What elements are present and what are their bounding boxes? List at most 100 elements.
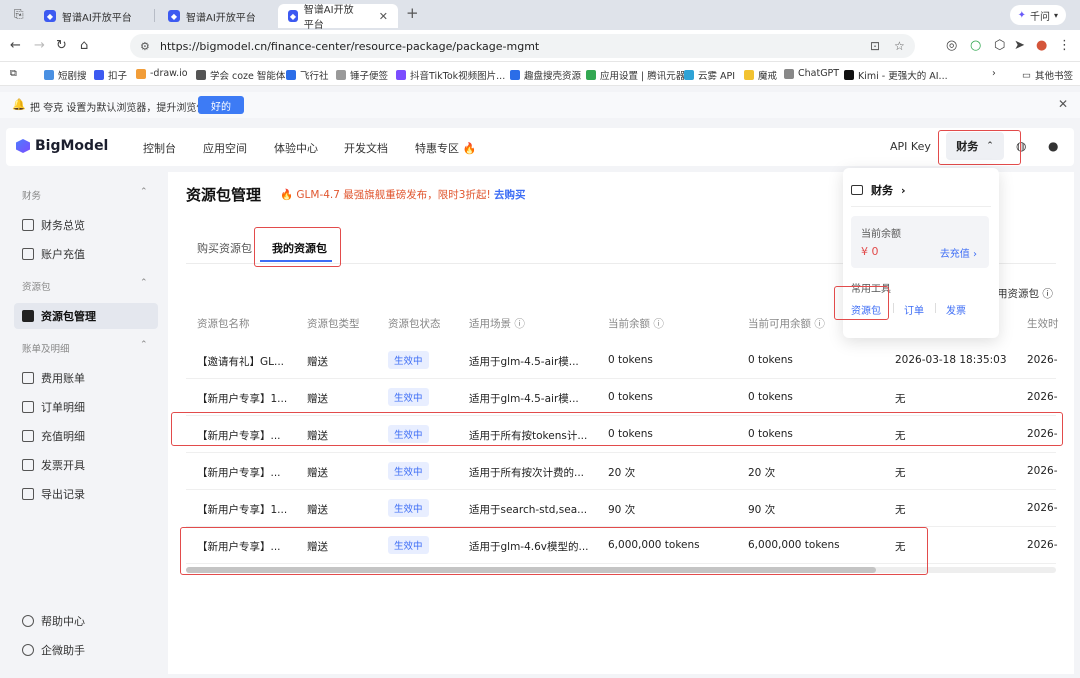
table-row[interactable]: 【新用户专享】1... 赠送 生效中 适用于glm-4.5-air模... 0 … — [186, 379, 1058, 416]
bookmark-0[interactable]: 短剧搜 — [44, 68, 87, 82]
table-row[interactable]: 【新用户专享】... 赠送 生效中 适用于glm-4.6v模型的... 6,00… — [186, 527, 1058, 564]
table-row[interactable]: 【新用户专享】... 赠送 生效中 适用于所有按次计费的... 20 次 20 … — [186, 453, 1058, 490]
tab-search-icon[interactable]: ⎘ — [14, 7, 24, 22]
chevron-up-icon[interactable]: ⌃ — [140, 340, 148, 350]
sidebar-item-recharge-detail[interactable]: 充值明细 — [14, 423, 158, 449]
tab-buy-package[interactable]: 购买资源包 — [197, 240, 252, 256]
site-settings-icon[interactable]: ⚙ — [140, 40, 150, 53]
table-row[interactable]: 【新用户专享】1... 赠送 生效中 适用于search-std,sea... … — [186, 490, 1058, 527]
bookmark-10[interactable]: 魔戒 — [744, 68, 777, 82]
col-package-status: 资源包状态 — [388, 318, 441, 330]
api-key-link[interactable]: API Key — [890, 140, 931, 153]
sidebar: 财务 ⌃ 财务总览 账户充值 资源包 ⌃ 资源包管理 账单及明细 ⌃ 费用账单 … — [6, 172, 168, 674]
tab-my-package[interactable]: 我的资源包 — [272, 240, 327, 256]
invoice-icon — [22, 459, 34, 471]
nav-experience[interactable]: 体验中心 — [274, 140, 318, 156]
promo-buy-link[interactable]: 去购买 — [494, 189, 526, 201]
browser-tab-2[interactable]: ◆ 智谱AI开放平台 — [158, 4, 266, 28]
forward-icon[interactable]: → — [34, 38, 45, 53]
col-package-type: 资源包类型 — [307, 318, 360, 330]
sidebar-item-help-center[interactable]: 帮助中心 — [14, 608, 158, 634]
bookmark-9[interactable]: 云雾 API — [684, 68, 735, 82]
col-scenario: 适用场景 ⓘ — [469, 318, 525, 330]
user-profile-pill[interactable]: ✦ 千问 ▾ — [1009, 5, 1066, 25]
sidebar-item-export-record[interactable]: 导出记录 — [14, 481, 158, 507]
bookmark-8[interactable]: 应用设置 | 腾讯元器 — [586, 68, 685, 82]
chevron-up-icon[interactable]: ⌃ — [140, 187, 148, 197]
new-tab-icon[interactable]: + — [406, 4, 419, 22]
user-icon[interactable]: ● — [1048, 139, 1058, 153]
status-badge: 生效中 — [388, 425, 429, 443]
link-separator — [893, 303, 894, 313]
more-menu-icon[interactable]: ⋮ — [1058, 38, 1071, 53]
zhipu-favicon-icon: ◆ — [44, 10, 56, 22]
chevron-right-icon[interactable]: › — [992, 68, 996, 79]
address-bar-row: ← → ↻ ⌂ ⚙ https://bigmodel.cn/finance-ce… — [0, 30, 1080, 62]
bookmark-1[interactable]: 扣子 — [94, 68, 127, 82]
bookmark-7[interactable]: 趣盘搜壳资源 — [510, 68, 581, 82]
other-bookmarks[interactable]: ▭ 其他书签 — [1022, 68, 1073, 83]
dropdown-link-package[interactable]: 资源包 — [851, 302, 881, 317]
nav-console[interactable]: 控制台 — [143, 140, 176, 156]
extension-circle-icon[interactable]: ○ — [970, 38, 981, 53]
table-row[interactable]: 【邀请有礼】GL... 赠送 生效中 适用于glm-4.5-air模... 0 … — [186, 342, 1058, 379]
globe-icon[interactable]: ◍ — [1016, 139, 1026, 153]
dropdown-link-order[interactable]: 订单 — [904, 302, 924, 317]
status-badge: 生效中 — [388, 351, 429, 369]
sidebar-item-order-detail[interactable]: 订单明细 — [14, 394, 158, 420]
finance-dropdown: 财务 › 当前余额 ¥ 0 去充值 › 常用工具 资源包 订单 发票 — [843, 168, 999, 338]
sidebar-item-finance-overview[interactable]: 财务总览 — [14, 212, 158, 238]
sidebar-item-recharge[interactable]: 账户充值 — [14, 241, 158, 267]
screenshot-icon[interactable]: ⊡ — [870, 39, 880, 53]
balance-value: ¥ 0 — [861, 245, 879, 258]
table-row[interactable]: 【新用户专享】... 赠送 生效中 适用于所有按tokens计... 0 tok… — [186, 416, 1058, 453]
sidebar-item-package-mgmt[interactable]: 资源包管理 — [14, 303, 158, 329]
chevron-up-icon[interactable]: ⌃ — [140, 278, 148, 288]
fire-icon: 🔥 — [462, 142, 477, 155]
wallet-icon — [851, 185, 863, 195]
bookmarks-bar: ⧉ 短剧搜 扣子 -draw.io 学会 coze 智能体 飞行社 锤子便签 抖… — [0, 62, 1080, 86]
horizontal-scrollbar[interactable] — [186, 567, 1056, 573]
notice-close-icon[interactable]: ✕ — [1058, 97, 1068, 111]
avatar-icon[interactable]: ● — [1036, 38, 1047, 53]
extension-shield-icon[interactable]: ⬡ — [994, 38, 1005, 53]
apps-icon[interactable]: ⧉ — [10, 68, 17, 79]
partial-label: 用资源包 ⓘ — [997, 288, 1053, 300]
active-tab-indicator — [260, 260, 332, 262]
bookmark-12[interactable]: Kimi - 更强大的 AI... — [844, 68, 948, 82]
star-bookmark-icon[interactable]: ☆ — [894, 39, 905, 53]
nav-app-space[interactable]: 应用空间 — [203, 140, 247, 156]
bookmark-2[interactable]: -draw.io — [136, 68, 188, 79]
dropdown-link-invoice[interactable]: 发票 — [946, 302, 966, 317]
close-tab-icon[interactable]: ✕ — [379, 10, 388, 23]
nav-special-offers[interactable]: 特惠专区 🔥 — [415, 140, 476, 156]
sidebar-item-cost-bill[interactable]: 费用账单 — [14, 365, 158, 391]
dropdown-finance-link[interactable]: 财务 › — [851, 182, 906, 198]
browser-tab-1[interactable]: ◆ 智谱AI开放平台 — [34, 4, 142, 28]
bookmark-6[interactable]: 抖音TikTok视频图片... — [396, 68, 505, 82]
folder-icon: ▭ — [1022, 69, 1031, 81]
extension-send-icon[interactable]: ➤ — [1014, 38, 1025, 53]
bigmodel-logo[interactable]: BigModel — [16, 138, 108, 154]
reload-icon[interactable]: ↻ — [56, 38, 67, 53]
nav-dev-docs[interactable]: 开发文档 — [344, 140, 388, 156]
bookmark-4[interactable]: 飞行社 — [286, 68, 329, 82]
info-icon: ⓘ — [653, 318, 664, 330]
qianwen-logo-icon: ✦ — [1017, 9, 1026, 21]
col-available-balance: 当前可用余额 ⓘ — [748, 318, 825, 330]
browser-tab-3-active[interactable]: ◆ 智谱AI开放平台 ✕ — [278, 4, 398, 31]
sidebar-item-wecom-assistant[interactable]: 企微助手 — [14, 637, 158, 663]
finance-menu-button[interactable]: 财务 ⌃ — [946, 132, 1004, 160]
bookmark-3[interactable]: 学会 coze 智能体 — [196, 68, 285, 82]
sidebar-item-invoice[interactable]: 发票开具 — [14, 452, 158, 478]
scrollbar-thumb[interactable] — [186, 567, 876, 573]
back-icon[interactable]: ← — [10, 38, 21, 53]
recharge-link[interactable]: 去充值 › — [940, 245, 977, 260]
extension-podcast-icon[interactable]: ◎ — [946, 38, 957, 53]
url-input[interactable]: ⚙ https://bigmodel.cn/finance-center/res… — [130, 34, 915, 58]
export-icon — [22, 488, 34, 500]
bookmark-11[interactable]: ChatGPT — [784, 68, 839, 79]
home-icon[interactable]: ⌂ — [80, 38, 88, 53]
notice-ok-button[interactable]: 好的 — [198, 96, 244, 114]
bookmark-5[interactable]: 锤子便签 — [336, 68, 388, 82]
